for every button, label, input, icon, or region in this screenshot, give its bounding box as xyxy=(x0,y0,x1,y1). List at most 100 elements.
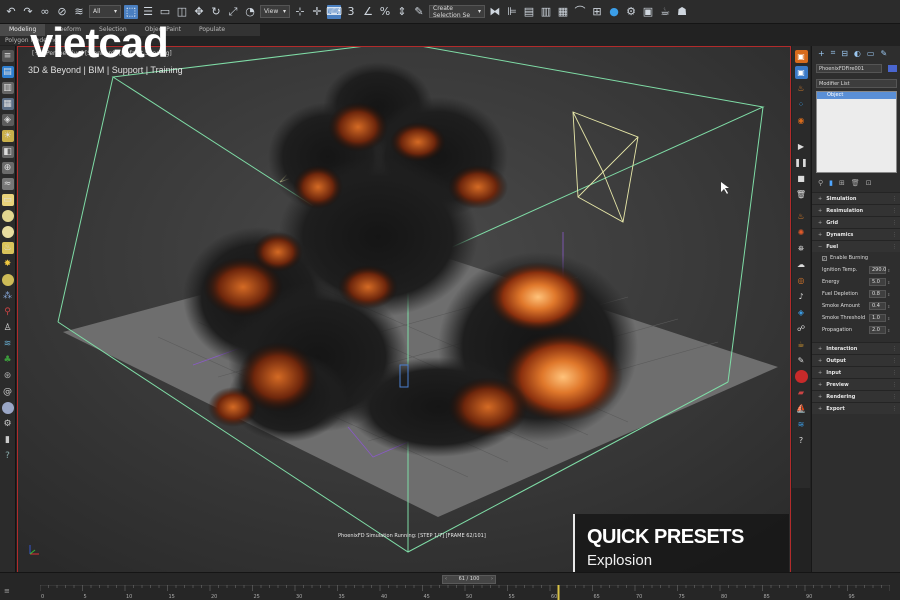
show-end-result-icon[interactable]: ▮ xyxy=(829,179,833,187)
presets-icon[interactable]: ◉ xyxy=(795,114,808,127)
tab-populate[interactable]: Populate xyxy=(190,24,234,36)
time-slider[interactable]: ‹ 61 / 100 › xyxy=(442,575,496,584)
schematic-view-icon[interactable]: ⊞ xyxy=(590,5,604,19)
configure-sets-icon[interactable]: ⊡ xyxy=(866,179,872,187)
param-value-field[interactable]: 290.0 xyxy=(869,266,886,274)
foliage-icon[interactable]: ♣ xyxy=(2,354,14,366)
modify-tab-icon[interactable]: ⌗ xyxy=(831,48,836,58)
rendered-frame-window-icon[interactable]: ▣ xyxy=(641,5,655,19)
unlink-icon[interactable]: ⊘ xyxy=(55,5,69,19)
rollout-fuel[interactable]: − Fuel ⋮ xyxy=(812,240,900,252)
param-value-field[interactable]: 1.0 xyxy=(869,314,886,322)
param-value-field[interactable]: 5.0 xyxy=(869,278,886,286)
utilities-tab-icon[interactable]: ✎ xyxy=(880,49,887,58)
biped-icon[interactable]: ♙ xyxy=(2,322,14,334)
rollout-preview[interactable]: + Preview ⋮ xyxy=(812,378,900,390)
rollout-simulation[interactable]: + Simulation ⋮ xyxy=(812,192,900,204)
spinner-icon[interactable]: ⇕ xyxy=(887,316,890,321)
keyboard-shortcut-override-icon[interactable]: ⌨ xyxy=(326,4,342,19)
cameras-icon[interactable]: ◧ xyxy=(1,146,14,158)
record-icon[interactable] xyxy=(794,370,808,383)
ship-icon[interactable]: ⛵ xyxy=(795,402,808,415)
chevron-left-icon[interactable]: ‹ xyxy=(445,576,447,583)
hair-icon[interactable]: ≋ xyxy=(2,338,14,350)
spacewarps-icon[interactable]: ≈ xyxy=(1,178,14,190)
geosphere-icon[interactable] xyxy=(1,226,14,238)
sphere-object-icon[interactable]: ▭ xyxy=(1,194,14,206)
spinner-icon[interactable]: ⇕ xyxy=(887,292,890,297)
percent-snap-icon[interactable]: % xyxy=(378,5,392,19)
help-icon[interactable]: ? xyxy=(2,450,14,462)
enable-burning-checkbox[interactable]: ✓ Enable Burning xyxy=(812,252,900,264)
spinner-icon[interactable]: ⇕ xyxy=(887,268,890,273)
select-object-icon[interactable]: ⬚ xyxy=(124,4,138,19)
edit-named-selection-icon[interactable]: ✎ xyxy=(412,5,426,19)
particle-source-icon[interactable]: ⁘ xyxy=(795,98,808,111)
help-icon[interactable]: ? xyxy=(795,434,808,447)
rollout-grid[interactable]: + Grid ⋮ xyxy=(812,216,900,228)
explorer-icon[interactable]: ▤ xyxy=(1,66,14,78)
remove-modifier-icon[interactable]: 🗑 xyxy=(851,179,860,187)
source-icon[interactable]: ⛯ xyxy=(795,242,808,255)
play-icon[interactable]: ▶ xyxy=(795,140,808,153)
object-color-swatch[interactable] xyxy=(888,65,897,72)
cup-icon[interactable]: ☕ xyxy=(795,338,808,351)
create-tab-icon[interactable]: + xyxy=(818,49,825,58)
display-tab-icon[interactable]: ▭ xyxy=(867,49,875,58)
select-scale-icon[interactable]: ⤢ xyxy=(226,5,240,19)
mirror-icon[interactable]: ⧓ xyxy=(488,5,502,19)
omni-light-icon[interactable]: ✸ xyxy=(2,258,14,270)
modifier-list-dropdown[interactable]: Modifier List xyxy=(816,79,897,88)
helpers-icon[interactable]: ⊕ xyxy=(1,162,14,174)
select-by-name-icon[interactable]: ☰ xyxy=(141,5,155,19)
reference-coord-dropdown[interactable]: View ▾ xyxy=(260,5,290,18)
window-crossing-icon[interactable]: ◫ xyxy=(175,5,189,19)
spinner-icon[interactable]: ⇕ xyxy=(887,280,890,285)
rollout-interaction[interactable]: + Interaction ⋮ xyxy=(812,342,900,354)
geometry-icon[interactable]: ◈ xyxy=(1,114,14,126)
snail-icon[interactable]: @ xyxy=(2,386,14,398)
redo-icon[interactable]: ↷ xyxy=(21,5,35,19)
curve-editor-icon[interactable]: ⌒ xyxy=(573,5,587,19)
named-selection-dropdown[interactable]: Create Selection Se ▾ xyxy=(429,5,485,19)
chevron-right-icon[interactable]: › xyxy=(491,576,493,583)
graphite-ribbon-icon[interactable]: ▦ xyxy=(556,5,570,19)
param-value-field[interactable]: 2.0 xyxy=(869,326,886,334)
object-name-field[interactable]: PhoenixFDFire001 xyxy=(816,64,882,73)
wave-icon[interactable]: ≋ xyxy=(795,418,808,431)
script-icon[interactable]: ▮ xyxy=(2,434,14,446)
pin-stack-icon[interactable]: ⚲ xyxy=(818,179,823,187)
spinner-icon[interactable]: ⇕ xyxy=(887,304,890,309)
rollout-output[interactable]: + Output ⋮ xyxy=(812,354,900,366)
rollout-export[interactable]: + Export ⋮ xyxy=(812,402,900,414)
display-filter-icon[interactable]: ▦ xyxy=(1,98,14,110)
menu-icon[interactable]: ≡ xyxy=(1,50,14,62)
rollout-input[interactable]: + Input ⋮ xyxy=(812,366,900,378)
dynamics-icon[interactable]: ⊛ xyxy=(2,370,14,382)
layer-explorer-icon[interactable]: ▥ xyxy=(539,5,553,19)
rollout-rendering[interactable]: + Rendering ⋮ xyxy=(812,390,900,402)
rollout-resimulation[interactable]: + Resimulation ⋮ xyxy=(812,204,900,216)
sun-icon[interactable] xyxy=(1,274,14,286)
param-value-field[interactable]: 0.4 xyxy=(869,302,886,310)
snaps-toggle-icon[interactable]: 3 xyxy=(344,5,358,19)
make-unique-icon[interactable]: ⊞ xyxy=(839,179,845,187)
sphere-icon[interactable] xyxy=(1,210,14,222)
trash-icon[interactable]: 🗑 xyxy=(795,188,808,201)
wind-icon[interactable]: ◎ xyxy=(795,274,808,287)
lights-icon[interactable]: ☀ xyxy=(1,130,14,142)
select-move-icon[interactable]: ✥ xyxy=(192,5,206,19)
shader-ball-icon[interactable] xyxy=(1,402,14,414)
undo-icon[interactable]: ↶ xyxy=(4,5,18,19)
render-iterative-icon[interactable]: ☗ xyxy=(675,5,689,19)
jet-icon[interactable]: ☍ xyxy=(795,322,808,335)
rectangular-region-icon[interactable]: ▭ xyxy=(158,5,172,19)
explosion-preset-icon[interactable]: ✺ xyxy=(795,226,808,239)
stop-icon[interactable]: ■ xyxy=(795,172,808,185)
bone-icon[interactable]: ⚲ xyxy=(2,306,14,318)
motion-tab-icon[interactable]: ◐ xyxy=(854,49,861,58)
timeline-menu-icon[interactable]: ≡ xyxy=(4,587,10,595)
pivot-center-icon[interactable]: ⊹ xyxy=(293,5,307,19)
timeline-ruler[interactable]: 0510152025303540455055606570758085909510… xyxy=(40,585,890,600)
spinner-icon[interactable]: ⇕ xyxy=(887,328,890,333)
